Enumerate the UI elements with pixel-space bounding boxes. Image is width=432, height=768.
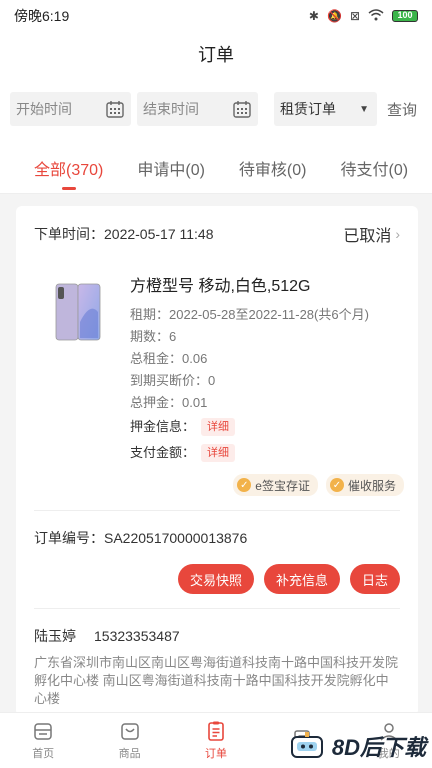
tab-applying[interactable]: 申请中(0) bbox=[137, 142, 205, 194]
pay-detail-tag[interactable]: 详细 bbox=[201, 444, 236, 462]
check-badge-icon: ✓ bbox=[237, 478, 252, 492]
tabbar-label: 订单 bbox=[204, 748, 227, 760]
contact-phone: 15323353487 bbox=[94, 628, 180, 644]
bluetooth-icon: ✱ bbox=[308, 9, 319, 23]
buyout-price: 到期买断价：0 bbox=[130, 373, 216, 388]
order-time-label: 下单时间： bbox=[34, 226, 104, 242]
collection-service-tag: ✓ 催收服务 bbox=[325, 474, 404, 496]
calendar-icon bbox=[233, 101, 251, 118]
status-time: 傍晚6:19 bbox=[14, 8, 70, 24]
tab-label: 待审核(0) bbox=[238, 161, 307, 179]
status-bar: 傍晚6:19 ✱ 🔕 ⊠ 100 bbox=[0, 0, 432, 32]
order-card: 下单时间：2022-05-17 11:48 已取消 › 方橙型号 移动,白色,5… bbox=[16, 206, 418, 716]
tabbar-home[interactable]: 首页 bbox=[13, 720, 73, 761]
tabbar-label: 首页 bbox=[32, 748, 55, 760]
total-deposit: 总押金：0.01 bbox=[130, 395, 208, 410]
log-button[interactable]: 日志 bbox=[349, 564, 400, 594]
dropdown-caret-icon: ▼ bbox=[359, 103, 369, 115]
snapshot-button[interactable]: 交易快照 bbox=[177, 564, 254, 594]
contact-row: 陆玉婷 15323353487 bbox=[34, 626, 180, 646]
order-type-value: 租赁订单 bbox=[280, 101, 336, 117]
wifi-icon bbox=[368, 8, 384, 24]
status-tabs: 全部(370) 申请中(0) 待审核(0) 待支付(0) bbox=[0, 142, 432, 194]
pay-amount-row: 支付金额： 详细 bbox=[130, 440, 400, 466]
deposit-detail-tag[interactable]: 详细 bbox=[201, 418, 236, 436]
page-title: 订单 bbox=[198, 45, 234, 65]
tab-label: 申请中(0) bbox=[137, 161, 205, 179]
lease-period: 租期：2022-05-28至2022-11-28(共6个月) bbox=[130, 307, 369, 322]
esign-service-tag: ✓ e签宝存证 bbox=[233, 474, 318, 496]
robot-logo-icon bbox=[290, 732, 323, 758]
order-number-value: SA2205170000013876 bbox=[104, 530, 248, 546]
tabbar-orders[interactable]: 订单 bbox=[186, 720, 246, 761]
status-icons: ✱ 🔕 ⊠ 100 bbox=[308, 8, 418, 24]
tab-all[interactable]: 全部(370) bbox=[34, 142, 103, 194]
service-label: e签宝存证 bbox=[255, 478, 310, 493]
deposit-info-row: 押金信息： 详细 bbox=[130, 414, 400, 440]
product-title: 方橙型号 移动,白色,512G bbox=[130, 278, 311, 295]
order-time-value: 2022-05-17 11:48 bbox=[104, 226, 214, 242]
start-date-placeholder: 开始时间 bbox=[16, 101, 72, 117]
product-info: 方橙型号 移动,白色,512G 租期：2022-05-28至2022-11-28… bbox=[130, 272, 400, 466]
deposit-info-label: 押金信息： bbox=[130, 419, 196, 434]
filter-bar: 开始时间 结束时间 租赁订单 ▼ 查询 bbox=[0, 76, 432, 142]
tab-label: 全部(370) bbox=[34, 161, 104, 179]
service-label: 催收服务 bbox=[347, 478, 396, 493]
order-type-select[interactable]: 租赁订单 ▼ bbox=[274, 92, 377, 126]
calendar-icon bbox=[106, 101, 124, 118]
contact-address: 广东省深圳市南山区南山区粤海街道科技南十路中国科技开发院孵化中心楼 南山区粤海街… bbox=[34, 655, 399, 706]
start-date-field[interactable]: 开始时间 bbox=[10, 92, 131, 126]
tabbar-products[interactable]: 商品 bbox=[100, 720, 160, 761]
tab-label: 待支付(0) bbox=[340, 161, 409, 179]
query-button[interactable]: 查询 bbox=[387, 99, 417, 120]
periods: 期数：6 bbox=[130, 329, 177, 344]
order-status-label: 已取消 bbox=[343, 228, 392, 245]
check-badge-icon: ✓ bbox=[329, 478, 344, 492]
order-time: 下单时间：2022-05-17 11:48 bbox=[34, 224, 214, 244]
divider bbox=[34, 510, 400, 511]
tabbar-label: 商品 bbox=[118, 748, 141, 760]
order-actions: 交易快照 补充信息 日志 bbox=[177, 564, 400, 594]
tab-reviewing[interactable]: 待审核(0) bbox=[239, 142, 307, 194]
order-status[interactable]: 已取消 › bbox=[343, 222, 400, 246]
mute-icon: 🔕 bbox=[326, 9, 342, 23]
pay-amount-label: 支付金额： bbox=[130, 445, 196, 460]
bag-icon bbox=[120, 723, 139, 740]
divider bbox=[34, 608, 400, 609]
active-tab-indicator bbox=[61, 186, 76, 190]
tab-pending-payment[interactable]: 待支付(0) bbox=[340, 142, 408, 194]
total-rent: 总租金：0.06 bbox=[130, 351, 208, 366]
end-date-placeholder: 结束时间 bbox=[143, 101, 199, 117]
chevron-right-icon: › bbox=[395, 226, 400, 242]
watermark: 8D后下载 bbox=[288, 730, 426, 762]
order-number-label: 订单编号： bbox=[34, 530, 104, 546]
order-icon bbox=[208, 721, 224, 741]
supplement-info-button[interactable]: 补充信息 bbox=[263, 564, 340, 594]
order-number: 订单编号：SA2205170000013876 bbox=[34, 528, 247, 548]
order-header: 下单时间：2022-05-17 11:48 已取消 › bbox=[34, 222, 400, 246]
battery-icon: 100 bbox=[392, 10, 418, 22]
title-bar: 订单 bbox=[0, 32, 432, 76]
product-image bbox=[55, 283, 101, 341]
contact-name: 陆玉婷 bbox=[34, 628, 76, 644]
service-tags: ✓ e签宝存证 ✓ 催收服务 bbox=[233, 474, 404, 496]
end-date-field[interactable]: 结束时间 bbox=[137, 92, 258, 126]
watermark-text: 8D后下载 bbox=[331, 735, 426, 760]
home-icon bbox=[34, 723, 52, 740]
sim-icon: ⊠ bbox=[349, 9, 360, 23]
